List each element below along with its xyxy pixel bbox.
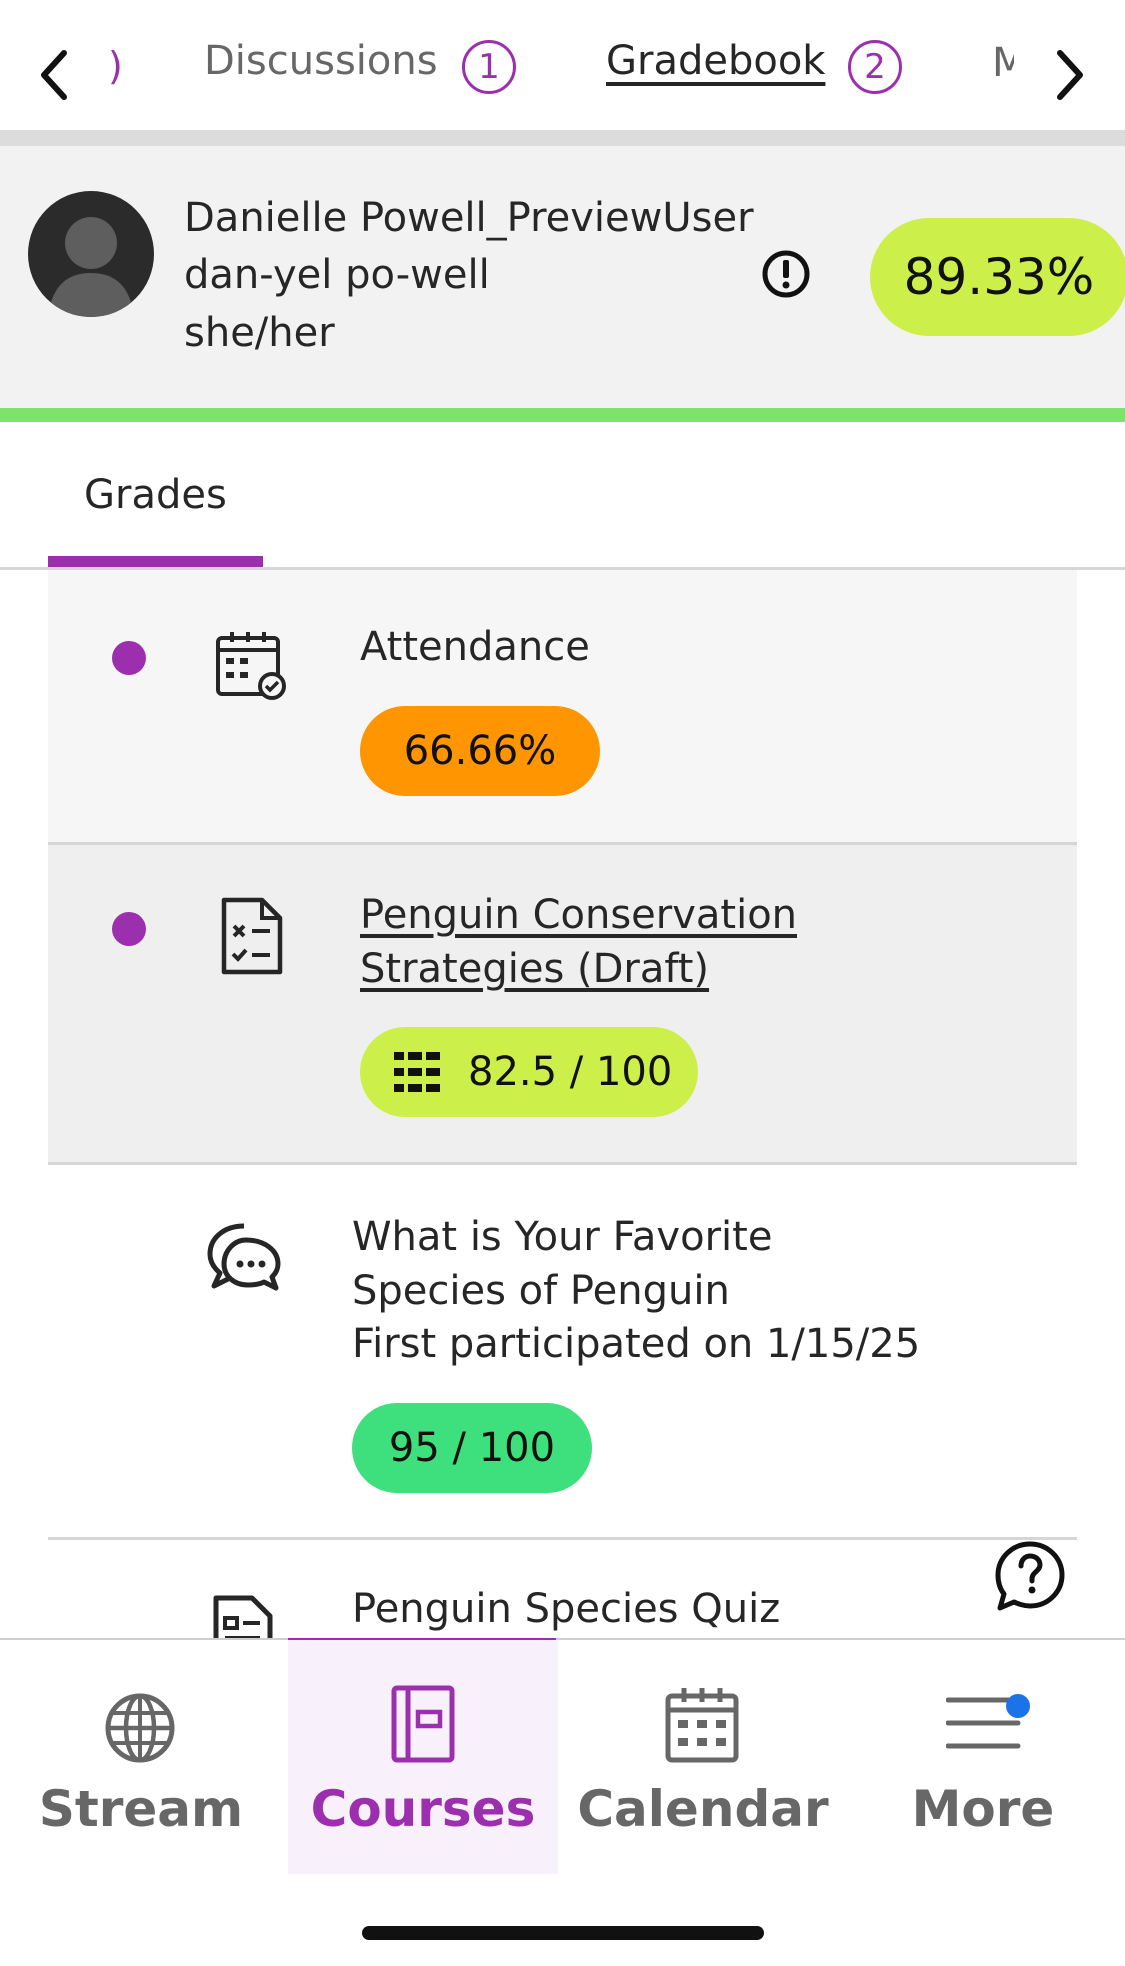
discussions-count-badge: 1 <box>462 40 516 94</box>
student-header-accent-bar <box>0 408 1125 422</box>
notification-dot <box>1006 1694 1030 1718</box>
alert-icon[interactable] <box>760 248 812 300</box>
nav-stream[interactable]: Stream <box>6 1640 276 1874</box>
penguin-conservation-grade-pill: 82.5 / 100 <box>360 1027 698 1117</box>
favorite-species-title-line1: What is Your Favorite <box>352 1214 773 1260</box>
penguin-quiz-title[interactable]: Penguin Species Quiz <box>352 1582 780 1636</box>
gradebook-count-badge: 2 <box>848 40 902 94</box>
unread-dot <box>112 641 146 675</box>
nav-calendar-label: Calendar <box>577 1780 829 1838</box>
tab-previous-partial[interactable]: ) <box>108 44 123 88</box>
favorite-species-participation-date: First participated on 1/15/25 <box>352 1321 921 1367</box>
rubric-grid-icon <box>392 1050 442 1094</box>
unread-dot <box>112 912 146 946</box>
home-indicator <box>362 1926 764 1940</box>
chevron-left-icon[interactable] <box>24 40 84 110</box>
chevron-right-icon[interactable] <box>1040 40 1100 110</box>
nav-calendar[interactable]: Calendar <box>568 1640 838 1874</box>
nav-courses-label: Courses <box>310 1780 536 1838</box>
courses-book-icon <box>386 1684 460 1768</box>
tab-grades[interactable]: Grades <box>84 472 227 518</box>
nav-stream-label: Stream <box>38 1780 244 1838</box>
penguin-conservation-title-line2[interactable]: Strategies (Draft) <box>360 942 709 996</box>
grade-row-penguin-quiz[interactable]: Penguin Species Quiz <box>0 1540 1125 1638</box>
discussion-icon <box>204 1218 286 1294</box>
overall-grade-pill: 89.33% <box>870 218 1125 336</box>
nav-courses[interactable]: Courses <box>288 1640 558 1874</box>
penguin-conservation-title-line1[interactable]: Penguin Conservation <box>360 888 797 942</box>
calendar-icon <box>664 1686 740 1768</box>
tab-gradebook[interactable]: Gradebook <box>606 38 825 84</box>
student-pronunciation: dan-yel po-well <box>184 252 490 298</box>
attendance-calendar-icon <box>212 628 288 704</box>
student-name: Danielle Powell_PreviewUser <box>184 195 754 241</box>
nav-more-label: More <box>911 1780 1055 1838</box>
globe-icon <box>102 1690 178 1770</box>
top-tab-bar-shadow <box>0 130 1125 146</box>
favorite-species-title-line2: Species of Penguin <box>352 1268 730 1314</box>
attendance-title: Attendance <box>360 624 590 670</box>
tab-discussions[interactable]: Discussions <box>204 38 438 84</box>
quiz-icon <box>210 1594 276 1638</box>
student-pronouns: she/her <box>184 310 335 356</box>
top-tab-bar <box>0 0 1125 130</box>
tab-grades-underline <box>48 556 263 567</box>
nav-more[interactable]: More <box>848 1640 1118 1874</box>
tab-next-partial[interactable]: M <box>992 40 1014 96</box>
help-icon[interactable] <box>992 1538 1068 1614</box>
avatar[interactable] <box>28 191 154 317</box>
penguin-conservation-grade-value: 82.5 / 100 <box>468 1049 673 1095</box>
attendance-grade-pill: 66.66% <box>360 706 600 796</box>
assignment-icon <box>218 896 286 976</box>
favorite-species-grade-pill: 95 / 100 <box>352 1403 592 1493</box>
